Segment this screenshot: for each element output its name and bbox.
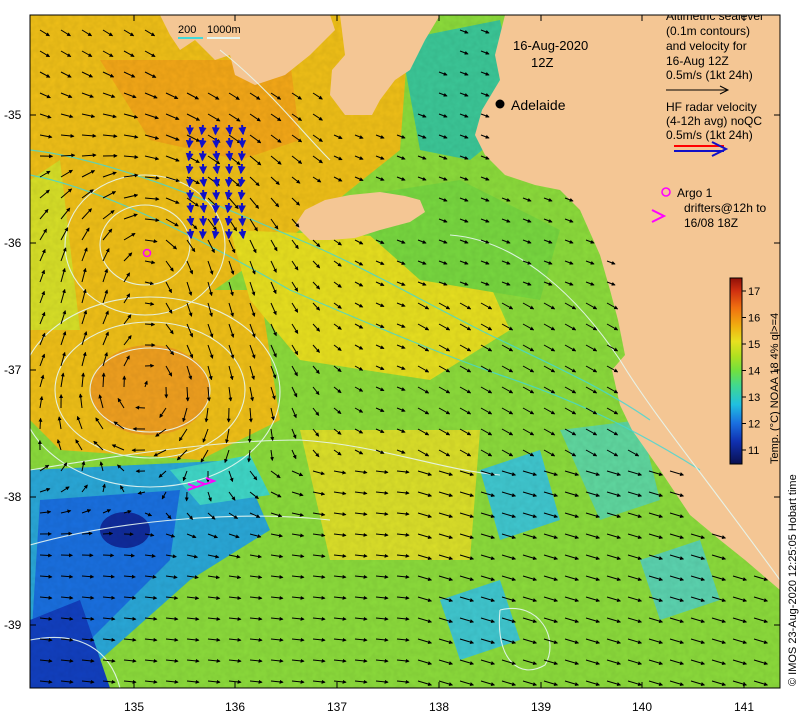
hf-radar-arrow [228, 216, 229, 225]
hf-radar-arrow [189, 177, 190, 186]
legend-drifter-line-2: 16/08 18Z [684, 216, 738, 230]
hf-radar-arrow [241, 177, 242, 186]
colorbar-tick-label: 15 [748, 339, 760, 351]
legend-drifter-line-1: drifters@12h to [684, 201, 767, 215]
hf-radar-arrow [202, 151, 203, 160]
hf-radar-arrow [229, 125, 230, 134]
colorbar-tick-label: 13 [748, 392, 760, 404]
hf-radar-arrow [189, 151, 190, 160]
hf-radar-arrow [202, 125, 203, 134]
legend-alt-line-2: (0.1m contours) [666, 24, 750, 38]
map-date: 16-Aug-2020 [513, 38, 588, 53]
lat-tick-label: -38 [4, 490, 22, 504]
hf-radar-arrow [242, 229, 243, 238]
lon-tick-label: 136 [225, 700, 245, 714]
colorbar-tick-label: 16 [748, 313, 760, 325]
hf-radar-arrow [190, 216, 191, 225]
hf-radar-arrow [203, 177, 204, 186]
colorbar-tick-label: 17 [748, 286, 760, 298]
scale-label-1000m: 1000m [207, 24, 241, 36]
lat-tick-label: -35 [4, 108, 22, 122]
map-plot-area: Adelaide 16-Aug-2020 12Z 200 1000m Altim… [20, 9, 781, 688]
lat-tick-label: -37 [4, 363, 22, 377]
legend-hf-line-2: (4-12h avg) noQC [666, 114, 762, 128]
colorbar-tick-label: 12 [748, 419, 760, 431]
legend-alt-line-3: and velocity for [666, 39, 747, 53]
hf-radar-arrow [215, 229, 216, 238]
velocity-arrow [136, 408, 145, 409]
hf-radar-arrow [242, 125, 243, 134]
velocity-arrow [103, 533, 113, 534]
hf-radar-arrow [241, 190, 242, 199]
hf-radar-arrow [190, 203, 191, 212]
hf-radar-arrow [229, 138, 230, 147]
lat-tick-label: -39 [4, 618, 22, 632]
lon-tick-label: 135 [124, 700, 144, 714]
lon-tick-label: 139 [531, 700, 551, 714]
hf-radar-arrow [215, 125, 216, 134]
adelaide-marker [496, 100, 505, 109]
colorbar-tick-label: 14 [748, 366, 760, 378]
colorbar-label: Temp. (°C) NOAA 18 4% ql>=4 [769, 313, 781, 464]
hf-radar-arrow [215, 216, 216, 225]
map-hour: 12Z [531, 55, 553, 70]
hf-radar-arrow [189, 138, 190, 147]
legend-hf-line-1: HF radar velocity [666, 100, 757, 114]
hf-radar-arrow [216, 164, 217, 173]
legend-alt-line-1: Altimetric sealevel [666, 9, 763, 23]
hf-radar-arrow [242, 216, 243, 225]
velocity-arrow [61, 534, 72, 535]
hf-radar-arrow [203, 190, 204, 199]
scale-label-200: 200 [178, 24, 196, 36]
legend-alt-line-4: 16-Aug 12Z [666, 54, 729, 68]
lon-tick-label: 137 [327, 700, 347, 714]
lat-tick-label: -36 [4, 236, 22, 250]
hf-radar-arrow [189, 164, 190, 173]
hf-radar-arrow [241, 164, 242, 173]
hf-radar-arrow [202, 138, 203, 147]
hf-radar-arrow [229, 151, 230, 160]
hf-radar-arrow [216, 151, 217, 160]
hf-radar-arrow [203, 203, 204, 212]
lon-tick-label: 138 [429, 700, 449, 714]
legend-argo-label: Argo 1 [677, 186, 713, 200]
legend-alt-line-5: 0.5m/s (1kt 24h) [666, 68, 753, 82]
velocity-arrow [82, 533, 92, 534]
hf-radar-arrow [228, 190, 229, 199]
colorbar-tick-label: 11 [748, 445, 759, 457]
hf-radar-arrow [228, 203, 229, 212]
velocity-arrow [103, 555, 114, 556]
lon-tick-label: 141 [734, 700, 754, 714]
velocity-arrow [40, 555, 52, 556]
lon-tick-label: 140 [632, 700, 652, 714]
sst-map-figure: Adelaide 16-Aug-2020 12Z 200 1000m Altim… [0, 0, 800, 720]
velocity-arrow [40, 418, 41, 429]
imos-credit: © IMOS 23-Aug-2020 12:25:05 Hobart time [787, 474, 799, 686]
legend-hf-line-3: 0.5m/s (1kt 24h) [666, 128, 753, 142]
hf-radar-arrow [216, 177, 217, 186]
adelaide-label: Adelaide [511, 97, 566, 113]
hf-radar-arrow [190, 229, 191, 238]
velocity-arrow [145, 324, 155, 325]
